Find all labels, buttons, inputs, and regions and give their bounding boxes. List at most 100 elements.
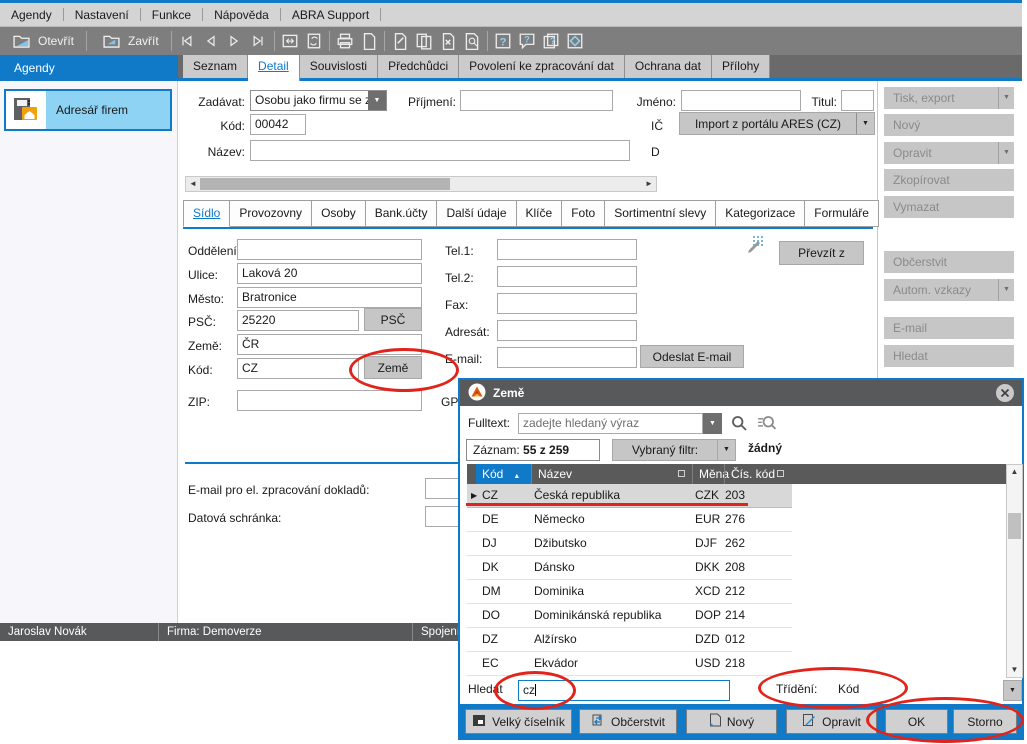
jmeno-field[interactable] [681, 90, 801, 111]
last-record-button[interactable] [247, 29, 271, 53]
table-row[interactable]: DK Dánsko DKK 208 [467, 556, 792, 580]
new-document-icon[interactable] [357, 29, 381, 53]
tab-seznam[interactable]: Seznam [183, 55, 248, 78]
edit-item-button[interactable]: Opravit [786, 709, 877, 734]
zadavat-select[interactable]: Osobu jako firmu se založením osoby▼ [250, 90, 387, 111]
help-icon[interactable]: ? [491, 29, 515, 53]
sidebar-item-adresar-firem[interactable]: Adresář firem [4, 89, 172, 131]
selected-filter-button[interactable]: Vybraný filtr: [612, 439, 718, 461]
scroll-right-icon[interactable]: ► [642, 177, 656, 191]
help-bubble-icon[interactable]: ? [515, 29, 539, 53]
fit-window-icon[interactable] [278, 29, 302, 53]
first-record-button[interactable] [175, 29, 199, 53]
search-icon[interactable] [730, 414, 749, 436]
tab-povoleni[interactable]: Povolení ke zpracování dat [459, 55, 625, 78]
tab-ochrana-dat[interactable]: Ochrana dat [625, 55, 712, 78]
chevron-down-icon[interactable]: ▼ [998, 87, 1014, 109]
scrollbar-thumb[interactable] [1008, 513, 1021, 539]
edit-document-icon[interactable] [388, 29, 412, 53]
ulice-field[interactable]: Laková 20 [237, 263, 422, 284]
table-row[interactable]: DM Dominika XCD 212 [467, 580, 792, 604]
prijmeni-field[interactable] [460, 90, 613, 111]
menu-napoveda[interactable]: Nápověda [203, 3, 280, 27]
subtab-dalsi-udaje[interactable]: Další údaje [437, 200, 516, 227]
menu-nastaveni[interactable]: Nastavení [64, 3, 140, 27]
chevron-down-icon[interactable]: ▼ [998, 142, 1014, 164]
menu-abra-support[interactable]: ABRA Support [281, 3, 380, 27]
next-record-button[interactable] [223, 29, 247, 53]
column-header-kod[interactable]: Kód▲ [476, 464, 531, 484]
table-row[interactable]: DJ Džibutsko DJF 262 [467, 532, 792, 556]
mesto-field[interactable]: Bratronice [237, 287, 422, 308]
tab-detail[interactable]: Detail [248, 55, 300, 81]
auto-messages-button[interactable]: Autom. vzkazy▼ [884, 279, 1014, 301]
scrollbar-thumb[interactable] [200, 178, 450, 190]
refresh-button[interactable]: Občerstvit [884, 251, 1014, 273]
open-button[interactable]: Otevřít [0, 29, 83, 53]
edit-record-button[interactable]: Opravit▼ [884, 142, 1014, 164]
chevron-down-icon[interactable]: ▼ [856, 113, 874, 134]
close-button[interactable]: Zavřít [90, 29, 168, 53]
new-item-button[interactable]: Nový [686, 709, 777, 734]
copy-document-icon[interactable] [412, 29, 436, 53]
search-button[interactable]: Hledat [884, 345, 1014, 367]
subtab-provozovny[interactable]: Provozovny [230, 200, 312, 227]
subtab-kategorizace[interactable]: Kategorizace [716, 200, 805, 227]
scroll-left-icon[interactable]: ◄ [186, 177, 200, 191]
previous-record-button[interactable] [199, 29, 223, 53]
ares-import-button[interactable]: Import z portálu ARES (CZ) ▼ [679, 112, 875, 135]
refresh-list-button[interactable]: Občerstvit [579, 709, 677, 734]
psc-field[interactable]: 25220 [237, 310, 359, 331]
scroll-down-icon[interactable]: ▼ [1007, 663, 1022, 677]
delete-document-icon[interactable] [436, 29, 460, 53]
zeme-kod-field[interactable]: CZ [237, 358, 359, 379]
fax-field[interactable] [497, 293, 637, 314]
chevron-down-icon[interactable]: ▼ [998, 279, 1014, 301]
table-row[interactable]: DE Německo EUR 276 [467, 508, 792, 532]
subtab-bank-ucty[interactable]: Bank.účty [366, 200, 438, 227]
prevzit-z-button[interactable]: Převzít z [779, 241, 864, 265]
vertical-scrollbar[interactable]: ▲ ▼ [1006, 464, 1023, 678]
nazev-field[interactable] [250, 140, 630, 161]
chevron-down-icon[interactable]: ▼ [368, 91, 386, 110]
tab-predchudci[interactable]: Předchůdci [378, 55, 459, 78]
oddeleni-field[interactable] [237, 239, 422, 260]
email-button[interactable]: E-mail [884, 317, 1014, 339]
subtab-klice[interactable]: Klíče [517, 200, 563, 227]
table-row[interactable]: DZ Alžírsko DZD 012 [467, 628, 792, 652]
fulltext-input[interactable]: zadejte hledaný výraz [518, 413, 703, 434]
column-header-nazev[interactable]: Název [531, 464, 692, 484]
send-email-button[interactable]: Odeslat E-mail [640, 345, 744, 368]
subtab-sortimentni-slevy[interactable]: Sortimentní slevy [605, 200, 716, 227]
menu-funkce[interactable]: Funkce [141, 3, 202, 27]
scroll-up-icon[interactable]: ▲ [1007, 465, 1022, 479]
big-codebook-button[interactable]: Velký číselník [465, 709, 572, 734]
menu-agendy[interactable]: Agendy [0, 3, 63, 27]
email-field[interactable] [497, 347, 637, 368]
zip-field[interactable] [237, 390, 422, 411]
subtab-foto[interactable]: Foto [562, 200, 605, 227]
close-icon[interactable] [996, 384, 1014, 402]
horizontal-scrollbar[interactable]: ◄ ► [185, 176, 657, 192]
psc-lookup-button[interactable]: PSČ [364, 308, 422, 331]
help-context-icon[interactable]: ? [539, 29, 563, 53]
tab-prilohy[interactable]: Přílohy [712, 55, 770, 78]
delete-record-button[interactable]: Vymazat [884, 196, 1014, 218]
print-export-button[interactable]: Tisk, export▼ [884, 87, 1014, 109]
subtab-formulare[interactable]: Formuláře [805, 200, 879, 227]
titul-field[interactable] [841, 90, 874, 111]
chevron-down-icon[interactable]: ▼ [1003, 680, 1022, 701]
table-row[interactable]: DO Dominikánská republika DOP 214 [467, 604, 792, 628]
new-record-button[interactable]: Nový [884, 114, 1014, 136]
column-options-icon[interactable] [777, 470, 784, 477]
refresh-view-icon[interactable] [302, 29, 326, 53]
copy-record-button[interactable]: Zkopírovat [884, 169, 1014, 191]
search-options-icon[interactable] [757, 414, 776, 436]
chevron-down-icon[interactable]: ▼ [717, 439, 736, 461]
tab-souvislosti[interactable]: Souvislosti [300, 55, 378, 78]
column-header-mena[interactable]: Měna [692, 464, 724, 484]
preview-document-icon[interactable] [460, 29, 484, 53]
column-options-icon[interactable] [678, 470, 685, 477]
settings-diamond-icon[interactable] [563, 29, 587, 53]
subtab-osoby[interactable]: Osoby [312, 200, 366, 227]
